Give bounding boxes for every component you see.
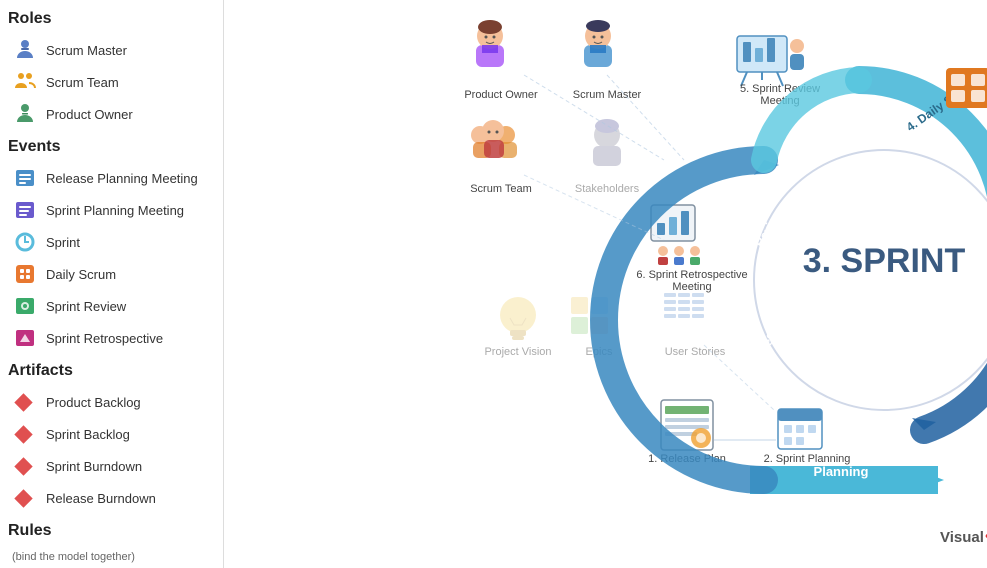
product-backlog-diamond-icon xyxy=(12,389,38,415)
sidebar: Roles Scrum Master Scrum Team xyxy=(0,0,224,568)
stakeholders-node-label: Stakeholders xyxy=(575,183,640,195)
project-vision-label: Project Vision xyxy=(484,346,551,358)
stakeholders-figure xyxy=(593,119,621,166)
scrum-team-node-label: Scrum Team xyxy=(470,183,532,195)
sprint-backlog-label: Sprint Backlog xyxy=(46,427,130,442)
sidebar-item-sprint-backlog[interactable]: Sprint Backlog xyxy=(8,418,215,450)
sprint-label: Sprint xyxy=(46,235,80,250)
planning-arrow-label: Planning xyxy=(814,464,869,479)
sidebar-item-product-backlog[interactable]: Product Backlog xyxy=(8,386,215,418)
roles-section-title: Roles xyxy=(8,10,215,28)
sprint-backlog-diamond-icon xyxy=(12,421,38,447)
sprint-planning-icon xyxy=(12,197,38,223)
events-section-title: Events xyxy=(8,138,215,156)
sidebar-item-product-owner[interactable]: Product Owner xyxy=(8,98,215,130)
product-owner-figure xyxy=(476,20,504,67)
sidebar-item-sprint-burndown[interactable]: Sprint Burndown xyxy=(8,450,215,482)
sprint-retro-icon xyxy=(12,325,38,351)
artifacts-section-title: Artifacts xyxy=(8,362,215,380)
sidebar-item-scrum-team[interactable]: Scrum Team xyxy=(8,66,215,98)
product-backlog-label: Product Backlog xyxy=(46,395,141,410)
release-planning-icon xyxy=(12,165,38,191)
rules-section-title: Rules xyxy=(8,522,215,540)
release-burndown-label: Release Burndown xyxy=(46,491,156,506)
scrum-master-label: Scrum Master xyxy=(46,43,127,58)
main-diagram: Product Owner Scrum Master xyxy=(224,0,987,568)
scrum-master-figure xyxy=(584,20,612,67)
sidebar-item-scrum-master[interactable]: Scrum Master xyxy=(8,34,215,66)
sidebar-item-sprint-planning[interactable]: Sprint Planning Meeting xyxy=(8,194,215,226)
sidebar-item-release-burndown[interactable]: Release Burndown xyxy=(8,482,215,514)
sidebar-item-sprint[interactable]: Sprint xyxy=(8,226,215,258)
sprint-review-icon xyxy=(12,293,38,319)
sidebar-item-sprint-retro[interactable]: Sprint Retrospective xyxy=(8,322,215,354)
scrum-master-icon xyxy=(12,37,38,63)
vp-logo-text-before: Visual xyxy=(940,529,984,546)
release-burndown-diamond-icon xyxy=(12,485,38,511)
sprint-review-label: Sprint Review xyxy=(46,299,126,314)
sidebar-item-sprint-review[interactable]: Sprint Review xyxy=(8,290,215,322)
scrum-team-label: Scrum Team xyxy=(46,75,119,90)
rules-sub-label: (bind the model together) xyxy=(12,551,135,563)
sprint-planning-icon xyxy=(778,409,822,449)
sprint-burndown-label: Sprint Burndown xyxy=(46,459,142,474)
scrum-master-node-label: Scrum Master xyxy=(573,89,642,101)
product-owner-label: Product Owner xyxy=(46,107,133,122)
release-planning-label: Release Planning Meeting xyxy=(46,171,198,186)
sprint-burndown-diamond-icon xyxy=(12,453,38,479)
daily-scrum-label: Daily Scrum xyxy=(46,267,116,282)
daily-scrum-node-icon xyxy=(946,68,987,108)
sprint-retro-node-label: 6. Sprint Retrospective xyxy=(636,269,747,281)
product-owner-icon xyxy=(12,101,38,127)
sprint-icon xyxy=(12,229,38,255)
daily-scrum-icon xyxy=(12,261,38,287)
sidebar-item-release-planning[interactable]: Release Planning Meeting xyxy=(8,162,215,194)
sprint-center-label: 3. SPRINT xyxy=(803,242,966,280)
sidebar-item-daily-scrum[interactable]: Daily Scrum xyxy=(8,258,215,290)
sprint-retro-label: Sprint Retrospective xyxy=(46,331,163,346)
scrum-team-icon xyxy=(12,69,38,95)
sprint-retro-node-label2: Meeting xyxy=(672,281,711,293)
sprint-planning-label: Sprint Planning Meeting xyxy=(46,203,184,218)
product-owner-node-label: Product Owner xyxy=(464,89,538,101)
